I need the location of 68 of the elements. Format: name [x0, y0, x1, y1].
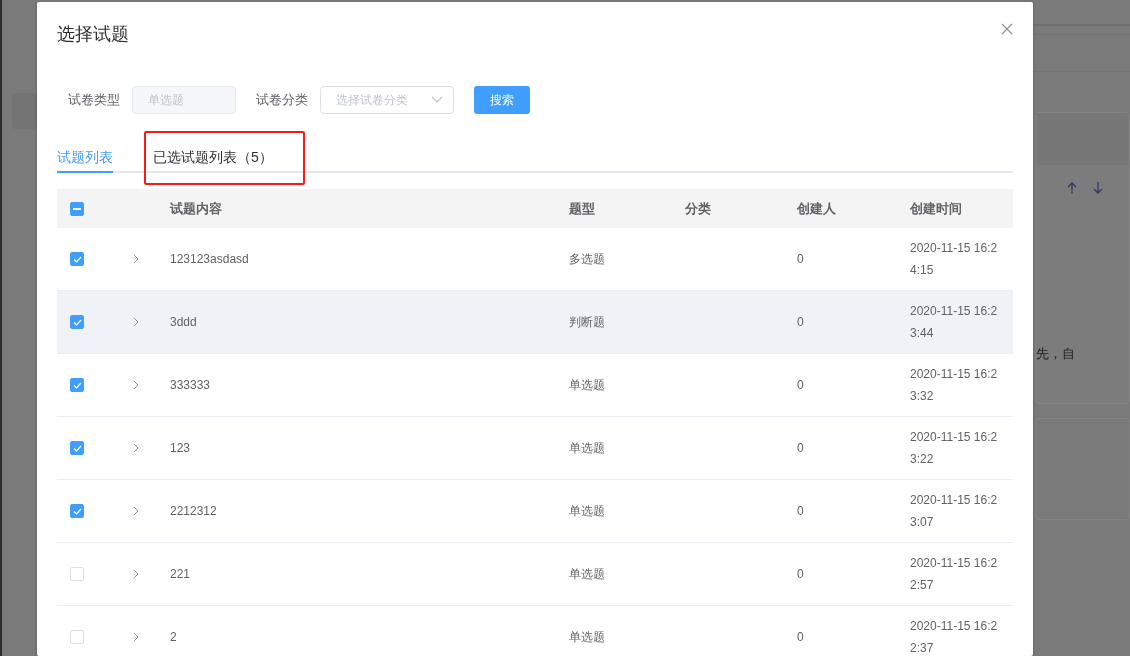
expand-chevron-icon[interactable]	[133, 254, 139, 264]
sidebar-item-background	[12, 93, 37, 129]
table-cell: 333333	[170, 378, 211, 392]
table-cell: 单选题	[569, 440, 605, 455]
table-cell: 0	[797, 252, 804, 266]
table-cell: 0	[797, 567, 804, 581]
minus-icon	[73, 207, 81, 210]
table-row[interactable]: 123 单选题 0 2020-11-15 16:23:22	[57, 417, 1013, 480]
table-cell-text: 2020-11-15 16:22:37	[909, 618, 999, 656]
row-checkbox[interactable]	[70, 378, 84, 392]
check-icon	[72, 507, 82, 515]
table-cell-text: 2020-11-15 16:23:22	[909, 429, 999, 468]
table-cell: 单选题	[569, 377, 605, 392]
table-row[interactable]: 221 单选题 0 2020-11-15 16:22:57	[57, 543, 1013, 606]
table-cell: 单选题	[569, 566, 605, 581]
table-cell: 0	[797, 630, 804, 644]
table-cell-text: 2020-11-15 16:23:44	[909, 303, 999, 342]
table-cell: 3ddd	[170, 315, 197, 329]
table-cell: 多选题	[569, 251, 605, 266]
table-row[interactable]: 3ddd 判断题 0 2020-11-15 16:23:44	[57, 291, 1013, 354]
expand-chevron-icon[interactable]	[133, 317, 139, 327]
table-row[interactable]: 2212312 单选题 0 2020-11-15 16:23:07	[57, 480, 1013, 543]
column-header: 创建时间	[910, 200, 962, 216]
arrow-up-icon[interactable]	[1066, 181, 1078, 195]
check-icon	[72, 318, 82, 326]
dialog-title: 选择试题	[57, 23, 129, 46]
table-row[interactable]: 2 单选题 0 2020-11-15 16:22:37	[57, 606, 1013, 656]
filter-label: 试卷分类	[256, 91, 308, 109]
arrow-down-icon[interactable]	[1092, 181, 1104, 195]
table-cell: 2212312	[170, 504, 217, 518]
table-cell: 0	[797, 441, 804, 455]
row-checkbox[interactable]	[70, 252, 84, 266]
table-cell: 单选题	[569, 629, 605, 644]
column-header: 试题内容	[170, 200, 222, 216]
table-cell-text: 2020-11-15 16:23:32	[909, 366, 999, 405]
table-cell-text: 2020-11-15 16:23:07	[909, 492, 999, 531]
column-header: 题型	[569, 200, 595, 216]
table-cell: 0	[797, 315, 804, 329]
table-cell: 判断题	[569, 314, 605, 329]
column-header: 分类	[685, 200, 711, 216]
close-icon[interactable]	[1001, 23, 1013, 35]
row-checkbox[interactable]	[70, 441, 84, 455]
table-cell: 221	[170, 567, 191, 581]
row-checkbox[interactable]	[70, 315, 84, 329]
table-cell: 0	[797, 378, 804, 392]
expand-chevron-icon[interactable]	[133, 380, 139, 390]
column-header: 创建人	[797, 200, 836, 216]
table-cell: 123123asdasd	[170, 252, 249, 266]
expand-chevron-icon[interactable]	[133, 632, 139, 642]
table-cell-text: 2020-11-15 16:24:15	[909, 240, 999, 279]
select-all-checkbox[interactable]	[70, 201, 84, 216]
table-row[interactable]: 333333 单选题 0 2020-11-15 16:23:32	[57, 354, 1013, 417]
table-cell: 0	[797, 504, 804, 518]
filter-label: 试卷类型	[68, 91, 120, 109]
table-cell: 2	[170, 630, 177, 644]
expand-chevron-icon[interactable]	[133, 506, 139, 516]
expand-chevron-icon[interactable]	[133, 443, 139, 453]
tab[interactable]: 已选试题列表（5）	[153, 144, 273, 173]
check-icon	[72, 255, 82, 263]
check-icon	[72, 444, 82, 452]
table-cell: 123	[170, 441, 191, 455]
expand-chevron-icon[interactable]	[133, 569, 139, 579]
table-cell: 单选题	[569, 503, 605, 518]
check-icon	[72, 381, 82, 389]
row-checkbox[interactable]	[70, 504, 84, 518]
table-cell-text: 2020-11-15 16:22:57	[909, 555, 999, 594]
panel-text: 先，自	[1036, 345, 1076, 363]
chevron-down-icon	[431, 96, 443, 104]
